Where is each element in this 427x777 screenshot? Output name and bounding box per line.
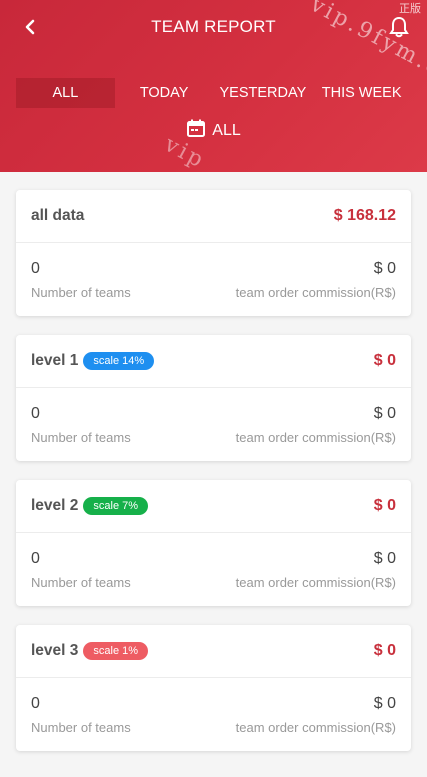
teams-label: Number of teams (31, 720, 131, 735)
commission-value: $ 0 (373, 405, 396, 422)
card-total: $ 0 (373, 497, 396, 514)
summary-card-all: all data $ 168.12 0 Number of teams $ 0 … (16, 190, 411, 316)
teams-label: Number of teams (31, 575, 131, 590)
card-total: $ 0 (373, 642, 396, 659)
tab-this-week[interactable]: THIS WEEK (312, 78, 411, 108)
scale-badge: scale 7% (83, 497, 149, 515)
header: TEAM REPORT vip.9fym.c vip 正版 ALL TODAY … (0, 0, 427, 174)
calendar-icon (186, 118, 206, 143)
card-total: $ 168.12 (333, 207, 396, 224)
commission-value: $ 0 (373, 550, 396, 567)
period-tabs: ALL TODAY YESTERDAY THIS WEEK (16, 78, 411, 108)
card-title: level 3 (31, 642, 79, 659)
tab-yesterday[interactable]: YESTERDAY (214, 78, 313, 108)
card-title: all data (31, 207, 85, 224)
date-filter-button[interactable]: ALL (0, 118, 427, 143)
commission-label: team order commission(R$) (235, 430, 396, 445)
teams-count: 0 (31, 550, 40, 567)
summary-card-level-3: level 3 scale 1% $ 0 0 Number of teams $… (16, 625, 411, 751)
card-title: level 2 (31, 497, 79, 514)
summary-card-level-2: level 2 scale 7% $ 0 0 Number of teams $… (16, 480, 411, 606)
commission-label: team order commission(R$) (235, 285, 396, 300)
corner-label: 正版 (399, 3, 421, 15)
teams-label: Number of teams (31, 430, 131, 445)
teams-count: 0 (31, 260, 40, 277)
commission-value: $ 0 (373, 695, 396, 712)
teams-count: 0 (31, 405, 40, 422)
scale-badge: scale 1% (83, 642, 149, 660)
commission-value: $ 0 (373, 260, 396, 277)
card-total: $ 0 (373, 352, 396, 369)
date-filter-label: ALL (212, 121, 241, 139)
tab-today[interactable]: TODAY (115, 78, 214, 108)
teams-label: Number of teams (31, 285, 131, 300)
teams-count: 0 (31, 695, 40, 712)
commission-label: team order commission(R$) (235, 575, 396, 590)
card-title: level 1 (31, 352, 79, 369)
scale-badge: scale 14% (83, 352, 155, 370)
commission-label: team order commission(R$) (235, 720, 396, 735)
tab-all[interactable]: ALL (16, 78, 115, 108)
summary-card-level-1: level 1 scale 14% $ 0 0 Number of teams … (16, 335, 411, 461)
